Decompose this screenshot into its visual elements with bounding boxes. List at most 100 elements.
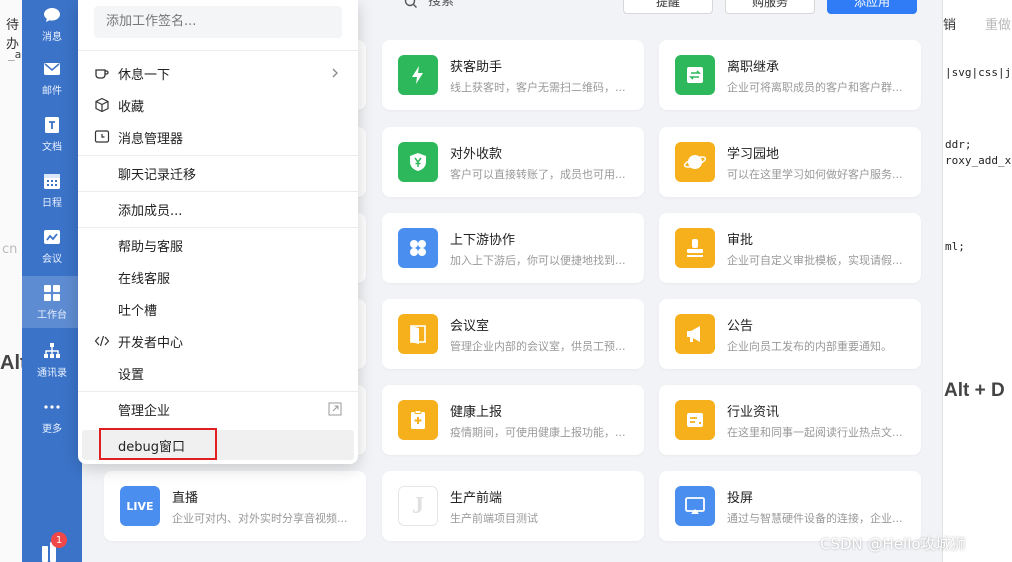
menu-divider	[78, 50, 358, 51]
live-badge-icon: LIVE	[120, 486, 160, 526]
menu-item-add-member[interactable]: 添加成员...	[78, 194, 358, 224]
external-link-icon	[328, 402, 342, 416]
app-card-shengchan[interactable]: J 生产前端 生产前端项目测试	[382, 471, 644, 541]
health-clipboard-icon	[398, 400, 438, 440]
menu-item-help[interactable]: 帮助与客服	[78, 230, 358, 260]
backdrop-redo-label: 重做	[985, 18, 1012, 33]
app-card-gonggao[interactable]: 公告 企业向员工发布的内部重要通知。	[659, 299, 921, 369]
backdrop-code-text: _add	[8, 48, 22, 61]
sidebar-item-label: 日程	[42, 198, 62, 209]
menu-divider	[78, 191, 358, 192]
app-card-touping[interactable]: 投屏 通过与智慧硬件设备的连接，企业...	[659, 471, 921, 541]
sidebar-bottom-app-button[interactable]: 1	[40, 532, 67, 562]
lightning-icon	[398, 55, 438, 95]
sidebar-item-contacts[interactable]: 通讯录	[22, 334, 82, 386]
backdrop-minimize-label: 销	[943, 18, 957, 33]
watermark: CSDN @Hello攻城狮	[820, 535, 966, 553]
sidebar-item-calendar[interactable]: 日程	[22, 164, 82, 216]
menu-divider	[78, 391, 358, 392]
chat-bubble-icon	[42, 5, 62, 25]
stamp-icon	[675, 228, 715, 268]
menu-item-settings[interactable]: 设置	[78, 358, 358, 388]
app-title: 投屏	[727, 491, 754, 506]
menu-item-favorites[interactable]: 收藏	[78, 90, 358, 120]
clock-window-icon	[94, 129, 110, 145]
sidebar-item-label: 会议	[42, 254, 62, 265]
menu-item-take-break[interactable]: 休息一下	[78, 58, 358, 88]
app-title: 行业资讯	[727, 405, 780, 420]
backdrop-faded-text: cn	[2, 242, 18, 257]
sidebar-item-mail[interactable]: 邮件	[22, 52, 82, 104]
chevron-right-icon	[328, 66, 342, 80]
menu-item-label: 消息管理器	[118, 131, 184, 147]
coffee-cup-icon	[94, 65, 110, 81]
app-title: 直播	[172, 491, 199, 506]
menu-item-online-support[interactable]: 在线客服	[78, 262, 358, 292]
custom-app-j-icon: J	[398, 486, 438, 526]
clover-icon	[398, 228, 438, 268]
add-app-button[interactable]: 添应用	[827, 0, 917, 14]
menu-item-chat-migration[interactable]: 聊天记录迁移	[78, 158, 358, 188]
menu-item-label: 收藏	[118, 99, 145, 115]
menu-item-label: 管理企业	[118, 403, 171, 419]
backdrop-code-line: ddr;	[945, 138, 972, 151]
app-desc: 线上获客时，客户无需扫二维码，...	[450, 81, 626, 94]
megaphone-icon	[675, 314, 715, 354]
sidebar-item-more[interactable]: 更多	[22, 390, 82, 442]
app-desc: 管理企业内部的会议室，供员工预...	[450, 340, 626, 353]
app-card-shenpi[interactable]: 审批 企业可自定义审批模板，实现请假...	[659, 213, 921, 283]
more-dots-icon	[42, 397, 62, 417]
app-card-jiankang[interactable]: 健康上报 疫情期间，可使用健康上报功能，...	[382, 385, 644, 455]
app-card-xuexi[interactable]: 学习园地 可以在这里学习如何做好客户服务...	[659, 127, 921, 197]
sidebar-item-label: 邮件	[42, 86, 62, 97]
app-card-shoukuan[interactable]: 对外收款 客户可以直接转账了，成员也可用...	[382, 127, 644, 197]
sidebar-item-label: 消息	[42, 32, 62, 43]
menu-item-feedback[interactable]: 吐个槽	[78, 294, 358, 324]
screencast-icon	[675, 486, 715, 526]
sidebar-item-docs[interactable]: 文档	[22, 108, 82, 160]
app-title: 会议室	[450, 319, 490, 334]
background-editor-right: 销 重做 |svg|css|j ddr; roxy_add_x ml; Alt …	[942, 0, 1012, 562]
menu-item-label: 在线客服	[118, 271, 171, 287]
app-card-huiyishi[interactable]: 会议室 管理企业内部的会议室，供员工预...	[382, 299, 644, 369]
app-title: 离职继承	[727, 60, 780, 75]
top-search[interactable]: 搜索	[404, 0, 454, 9]
app-desc: 企业可自定义审批模板，实现请假...	[727, 254, 903, 267]
app-card-zhibo[interactable]: LIVE 直播 企业可对内、对外实时分享音视频...	[104, 471, 366, 541]
sidebar-item-label: 文档	[42, 142, 62, 153]
sidebar-item-label: 通讯录	[37, 368, 67, 379]
sidebar-item-workbench[interactable]: 工作台	[22, 276, 82, 328]
menu-divider	[78, 155, 358, 156]
app-title: 学习园地	[727, 147, 780, 162]
news-icon	[675, 400, 715, 440]
menu-item-manage-enterprise[interactable]: 管理企业	[78, 394, 358, 424]
mail-icon	[42, 59, 62, 79]
app-title: 获客助手	[450, 60, 503, 75]
sidebar-item-meeting[interactable]: 会议	[22, 220, 82, 272]
document-icon	[42, 115, 62, 135]
app-desc: 可以在这里学习如何做好客户服务...	[727, 168, 903, 181]
menu-item-developer-center[interactable]: 开发者中心	[78, 326, 358, 356]
buy-service-button[interactable]: 购服务	[725, 0, 815, 14]
app-title: 公告	[727, 319, 754, 334]
app-card-lizhi[interactable]: 离职继承 企业可将离职成员的客户和客户群...	[659, 40, 921, 110]
sidebar-item-label: 更多	[42, 424, 62, 435]
notification-badge: 1	[51, 532, 67, 548]
remind-button[interactable]: 提醒	[623, 0, 713, 14]
menu-item-label: 吐个槽	[118, 303, 158, 319]
menu-item-label: 添加成员...	[118, 203, 183, 219]
cube-icon	[94, 97, 110, 113]
menu-item-label: 帮助与客服	[118, 239, 184, 255]
app-desc: 生产前端项目测试	[450, 512, 538, 525]
app-card-xiezuo[interactable]: 上下游协作 加入上下游后，你可以便捷地找到...	[382, 213, 644, 283]
app-desc: 通过与智慧硬件设备的连接，企业...	[727, 512, 903, 525]
work-signature-input[interactable]: 添加工作签名...	[94, 6, 342, 38]
menu-item-message-manager[interactable]: 消息管理器	[78, 122, 358, 152]
app-card-zixun[interactable]: 行业资讯 在这里和同事一起阅读行业热点文...	[659, 385, 921, 455]
backdrop-alt-text: Alt + D	[944, 380, 1005, 401]
app-title: 对外收款	[450, 147, 503, 162]
app-title: 审批	[727, 233, 754, 248]
sidebar-item-messages[interactable]: 消息	[22, 0, 82, 50]
app-desc: 疫情期间，可使用健康上报功能，...	[450, 426, 626, 439]
app-card-huoke[interactable]: 获客助手 线上获客时，客户无需扫二维码，...	[382, 40, 644, 110]
